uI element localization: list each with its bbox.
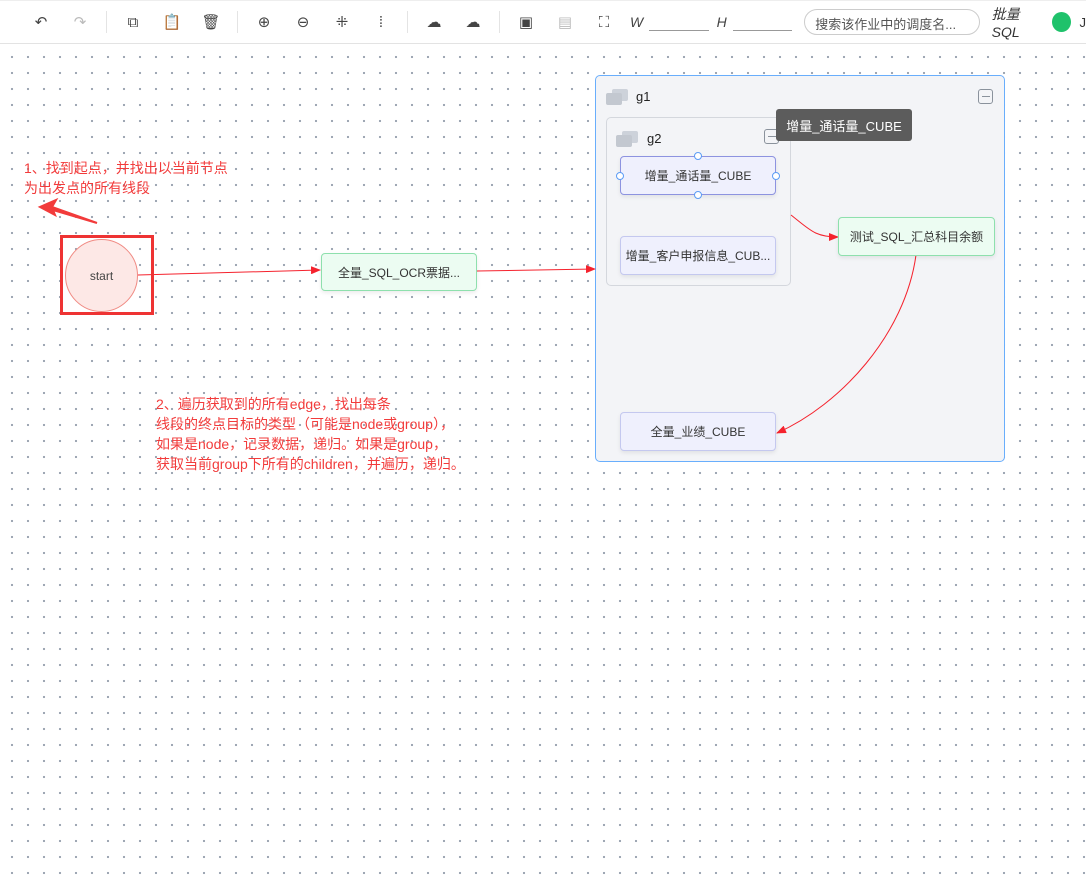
port-top[interactable] (694, 152, 702, 160)
toolbar-separator (106, 11, 107, 33)
node-summary[interactable]: 测试_SQL_汇总科目余额 (838, 217, 995, 256)
group-button[interactable]: ▣ (513, 9, 539, 35)
toolbar-separator (407, 11, 408, 33)
annotation-step2: 2、遍历获取到的所有edge，找出每条 线段的终点目标的类型（可能是node或g… (156, 394, 465, 474)
toolbar-separator (237, 11, 238, 33)
node-label: 全量_SQL_OCR票据... (337, 265, 461, 280)
annotation-line: 为出发点的所有线段 (24, 180, 150, 196)
group-icon: ▣ (518, 14, 534, 31)
undo-icon: ↶ (34, 14, 48, 31)
delete-icon: 🗑 (201, 14, 221, 31)
copy-button[interactable]: ⧉ (120, 9, 146, 35)
flow-canvas[interactable]: g1 g2 start 全量_SQL_OCR票据... 增量_通话量_CUBE … (0, 45, 1086, 875)
width-input[interactable] (649, 13, 709, 31)
fit-view-button[interactable]: ⁜ (329, 9, 355, 35)
redo-button[interactable]: ↷ (67, 9, 93, 35)
node-label: 增量_客户申报信息_CUB... (625, 249, 771, 263)
annotation-step1: 1、找到起点，并找出以当前节点 为出发点的所有线段 (24, 158, 228, 198)
bring-front-button[interactable]: ☁ (421, 9, 447, 35)
node-label: 全量_业绩_CUBE (650, 425, 746, 439)
zoom-out-icon: ⊖ (296, 14, 310, 31)
undo-button[interactable]: ↶ (28, 9, 54, 35)
height-input[interactable] (732, 13, 793, 31)
zoom-out-button[interactable]: ⊖ (290, 9, 316, 35)
node-ocr[interactable]: 全量_SQL_OCR票据... (321, 253, 477, 291)
edge-start-ocr (137, 266, 321, 276)
actual-size-icon: ⁞ (378, 13, 384, 31)
annotation-arrow (37, 197, 98, 224)
ungroup-button[interactable]: ▤ (552, 9, 578, 35)
toolbar: ↶ ↷ ⧉ 📋 🗑 ⊕ ⊖ ⁜ ⁞ ☁ ☁ ▣ ▤ ⛶ W H 搜索该作业中的调度名... 批量SQL J (0, 0, 1086, 44)
annotation-line: 如果是node，记录数据，递归。如果是group， (156, 436, 447, 452)
search-input[interactable]: 搜索该作业中的调度名... (804, 9, 980, 35)
port-bottom[interactable] (694, 191, 702, 199)
edge-ocr-g1 (476, 265, 596, 274)
send-back-icon: ☁ (465, 14, 481, 31)
node-call-cube[interactable]: 增量_通话量_CUBE (620, 156, 776, 195)
delete-button[interactable]: 🗑 (198, 9, 224, 35)
annotation-line: 线段的终点目标的类型（可能是node或group）， (156, 416, 454, 432)
node-customer-cube[interactable]: 增量_客户申报信息_CUB... (620, 236, 776, 275)
node-perf-cube[interactable]: 全量_业绩_CUBE (620, 412, 776, 451)
auto-layout-button[interactable]: ⛶ (591, 9, 617, 35)
node-label: 增量_通话量_CUBE (644, 169, 752, 183)
redo-icon: ↷ (73, 14, 87, 31)
copy-icon: ⧉ (127, 13, 139, 31)
job-type-label: 批量SQL (991, 6, 1020, 40)
send-back-button[interactable]: ☁ (460, 9, 486, 35)
node-label: start (89, 268, 114, 283)
edge-summary-perf (776, 254, 917, 434)
port-left[interactable] (616, 172, 624, 180)
height-label: H (716, 14, 727, 30)
paste-icon: 📋 (162, 14, 182, 31)
ungroup-icon: ▤ (557, 14, 573, 31)
node-start[interactable]: start (65, 239, 138, 312)
fit-view-icon: ⁜ (335, 14, 349, 31)
annotation-line: 获取当前group下所有的children，并遍历，递归。 (156, 456, 465, 472)
edge-g2-summary (790, 214, 839, 241)
annotation-line: 2、遍历获取到的所有edge，找出每条 (156, 396, 391, 412)
auto-layout-icon: ⛶ (598, 13, 610, 31)
zoom-in-button[interactable]: ⊕ (251, 9, 277, 35)
tooltip: 增量_通话量_CUBE (776, 109, 912, 141)
actual-size-button[interactable]: ⁞ (368, 9, 394, 35)
toolbar-separator (499, 11, 500, 33)
node-label: 测试_SQL_汇总科目余额 (849, 230, 984, 244)
status-indicator (1052, 12, 1072, 32)
zoom-in-icon: ⊕ (257, 14, 271, 31)
port-right[interactable] (772, 172, 780, 180)
annotation-line: 1、找到起点，并找出以当前节点 (24, 160, 228, 176)
bring-front-icon: ☁ (426, 14, 442, 31)
trailing-text: J (1079, 14, 1086, 30)
width-label: W (630, 14, 644, 30)
paste-button[interactable]: 📋 (159, 9, 185, 35)
